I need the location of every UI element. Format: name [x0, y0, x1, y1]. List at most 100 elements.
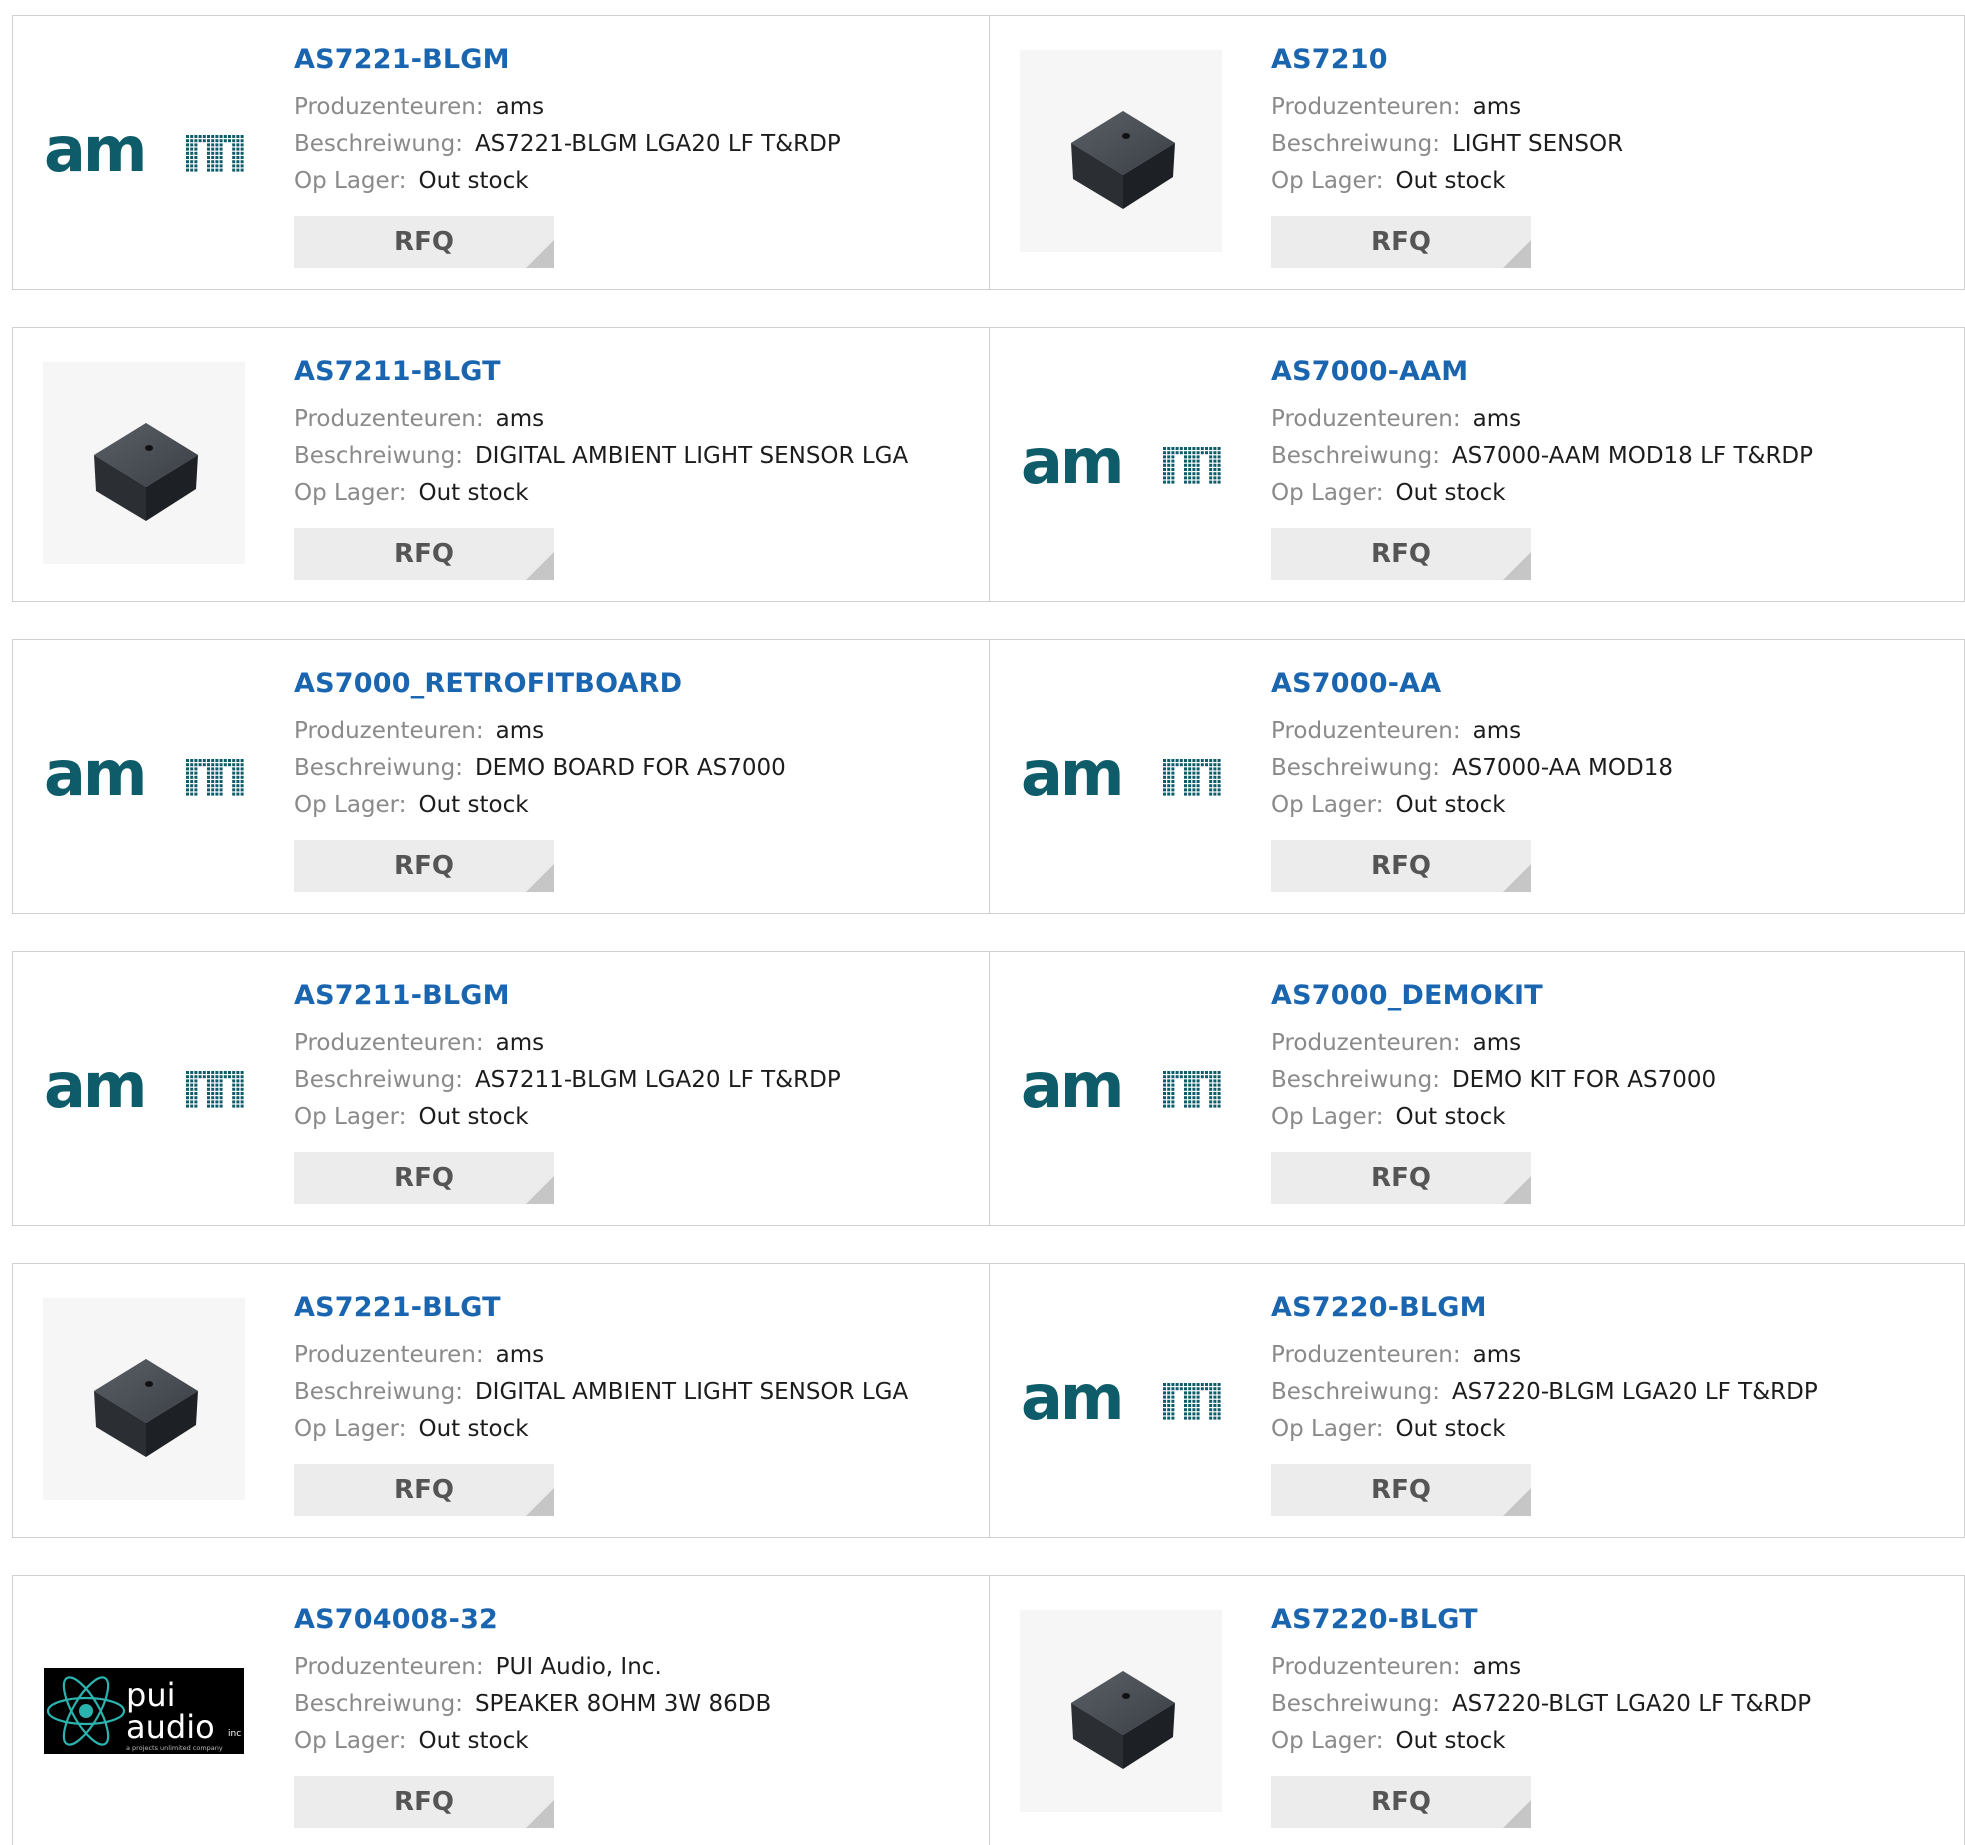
product-image[interactable]: am [43, 674, 245, 876]
logo-dot [186, 759, 189, 762]
logo-dot [1217, 1104, 1221, 1108]
corner-decoration [1503, 864, 1531, 892]
rfq-button[interactable]: RFQ [1271, 840, 1531, 892]
rfq-button[interactable]: RFQ [294, 1152, 554, 1204]
product-image[interactable]: am [43, 50, 245, 252]
manufacturer-row: Produzenteuren: ams [1271, 1649, 1811, 1686]
manufacturer-row: Produzenteuren: ams [294, 713, 786, 750]
logo-dot [1209, 1383, 1213, 1386]
logo-dot [1213, 1083, 1217, 1087]
rfq-label: RFQ [1371, 851, 1431, 881]
rfq-button[interactable]: RFQ [294, 216, 554, 268]
product-part-link[interactable]: AS7000-AA [1271, 667, 1673, 701]
logo-dot [211, 160, 215, 164]
logo-dot [1209, 784, 1213, 788]
product-image[interactable]: am [1020, 362, 1222, 564]
logo-dot [1167, 476, 1171, 480]
logo-dot [1171, 763, 1175, 767]
product-image[interactable] [43, 362, 245, 564]
logo-dot [194, 1100, 198, 1104]
description-value: DIGITAL AMBIENT LIGHT SENSOR LGA [474, 443, 909, 469]
product-part-link[interactable]: AS7221-BLGT [294, 1291, 908, 1325]
logo-dot [1196, 1399, 1200, 1403]
product-image[interactable] [1020, 50, 1222, 252]
logo-dot [190, 1096, 194, 1100]
rfq-button[interactable]: RFQ [1271, 1464, 1531, 1516]
logo-dot [1188, 459, 1192, 463]
logo-dot [1196, 455, 1200, 459]
logo-dot [194, 147, 198, 151]
logo-dot [190, 780, 194, 783]
product-part-link[interactable]: AS704008-32 [294, 1603, 771, 1637]
logo-dot [207, 139, 210, 143]
logo-dot [1196, 759, 1200, 762]
product-image[interactable]: pui audio inc a projects unlimited compa… [43, 1610, 245, 1812]
logo-dot [228, 139, 231, 143]
logo-dot [236, 775, 240, 779]
rfq-button[interactable]: RFQ [1271, 216, 1531, 268]
description-label: Beschreiwung: [1271, 1379, 1440, 1405]
product-image[interactable]: am [1020, 986, 1222, 1188]
stock-row: Op Lager: Out stock [294, 787, 786, 824]
rfq-button[interactable]: RFQ [1271, 528, 1531, 580]
logo-dot [240, 784, 244, 788]
product-image[interactable]: am [1020, 1298, 1222, 1500]
product-part-link[interactable]: AS7211-BLGT [294, 355, 908, 389]
manufacturer-label: Produzenteuren: [1271, 718, 1461, 744]
rfq-button[interactable]: RFQ [294, 840, 554, 892]
svg-text:am: am [1021, 1369, 1121, 1429]
stock-value: Out stock [418, 1416, 529, 1442]
logo-dot [1209, 480, 1213, 484]
product-part-link[interactable]: AS7220-BLGT [1271, 1603, 1811, 1637]
product-part-link[interactable]: AS7211-BLGM [294, 979, 841, 1013]
logo-dot [211, 759, 215, 762]
logo-dot [186, 1071, 189, 1074]
logo-dot [232, 792, 236, 796]
logo-dot [194, 775, 198, 779]
description-label: Beschreiwung: [1271, 1691, 1440, 1717]
product-image[interactable] [43, 1298, 245, 1500]
logo-dot [1171, 1100, 1175, 1104]
logo-dot [219, 1104, 223, 1108]
logo-dot [1209, 1399, 1213, 1403]
logo-dot [211, 168, 215, 172]
logo-dot [194, 1083, 198, 1087]
logo-dot [1217, 1100, 1221, 1104]
product-image[interactable] [1020, 1610, 1222, 1812]
rfq-button[interactable]: RFQ [1271, 1152, 1531, 1204]
manufacturer-value: ams [1472, 1030, 1522, 1056]
product-image[interactable]: am [43, 986, 245, 1188]
logo-dot [1188, 1404, 1192, 1407]
stock-row: Op Lager: Out stock [1271, 163, 1623, 200]
logo-dot [190, 792, 194, 796]
product-part-link[interactable]: AS7210 [1271, 43, 1623, 77]
rfq-button[interactable]: RFQ [294, 1464, 554, 1516]
product-part-link[interactable]: AS7221-BLGM [294, 43, 841, 77]
logo-dot [219, 160, 223, 164]
svg-text:am: am [44, 121, 144, 181]
stock-row: Op Lager: Out stock [294, 1411, 908, 1448]
logo-dot [1175, 1387, 1179, 1391]
logo-dot [1167, 1391, 1171, 1395]
logo-dot [1209, 1416, 1213, 1420]
product-part-link[interactable]: AS7000_RETROFITBOARD [294, 667, 786, 701]
logo-dot [215, 763, 219, 767]
rfq-button[interactable]: RFQ [294, 1776, 554, 1828]
logo-dot [1167, 1412, 1171, 1416]
description-row: Beschreiwung: AS7211-BLGM LGA20 LF T&RDP [294, 1062, 841, 1099]
logo-dot [1209, 1092, 1213, 1095]
rfq-button[interactable]: RFQ [294, 528, 554, 580]
logo-dot [1171, 468, 1175, 471]
logo-dot [1213, 792, 1217, 796]
product-info: AS7000-AA Produzenteuren: ams Beschreiwun… [1271, 667, 1673, 824]
product-part-link[interactable]: AS7220-BLGM [1271, 1291, 1818, 1325]
logo-dot [1163, 1399, 1166, 1403]
logo-dot [1209, 1387, 1213, 1391]
product-part-link[interactable]: AS7000-AAM [1271, 355, 1813, 389]
rfq-button[interactable]: RFQ [1271, 1776, 1531, 1828]
product-image[interactable]: am [1020, 674, 1222, 876]
logo-dot [1213, 459, 1217, 463]
logo-dot [232, 771, 236, 775]
logo-dot [1163, 1104, 1166, 1108]
product-part-link[interactable]: AS7000_DEMOKIT [1271, 979, 1716, 1013]
